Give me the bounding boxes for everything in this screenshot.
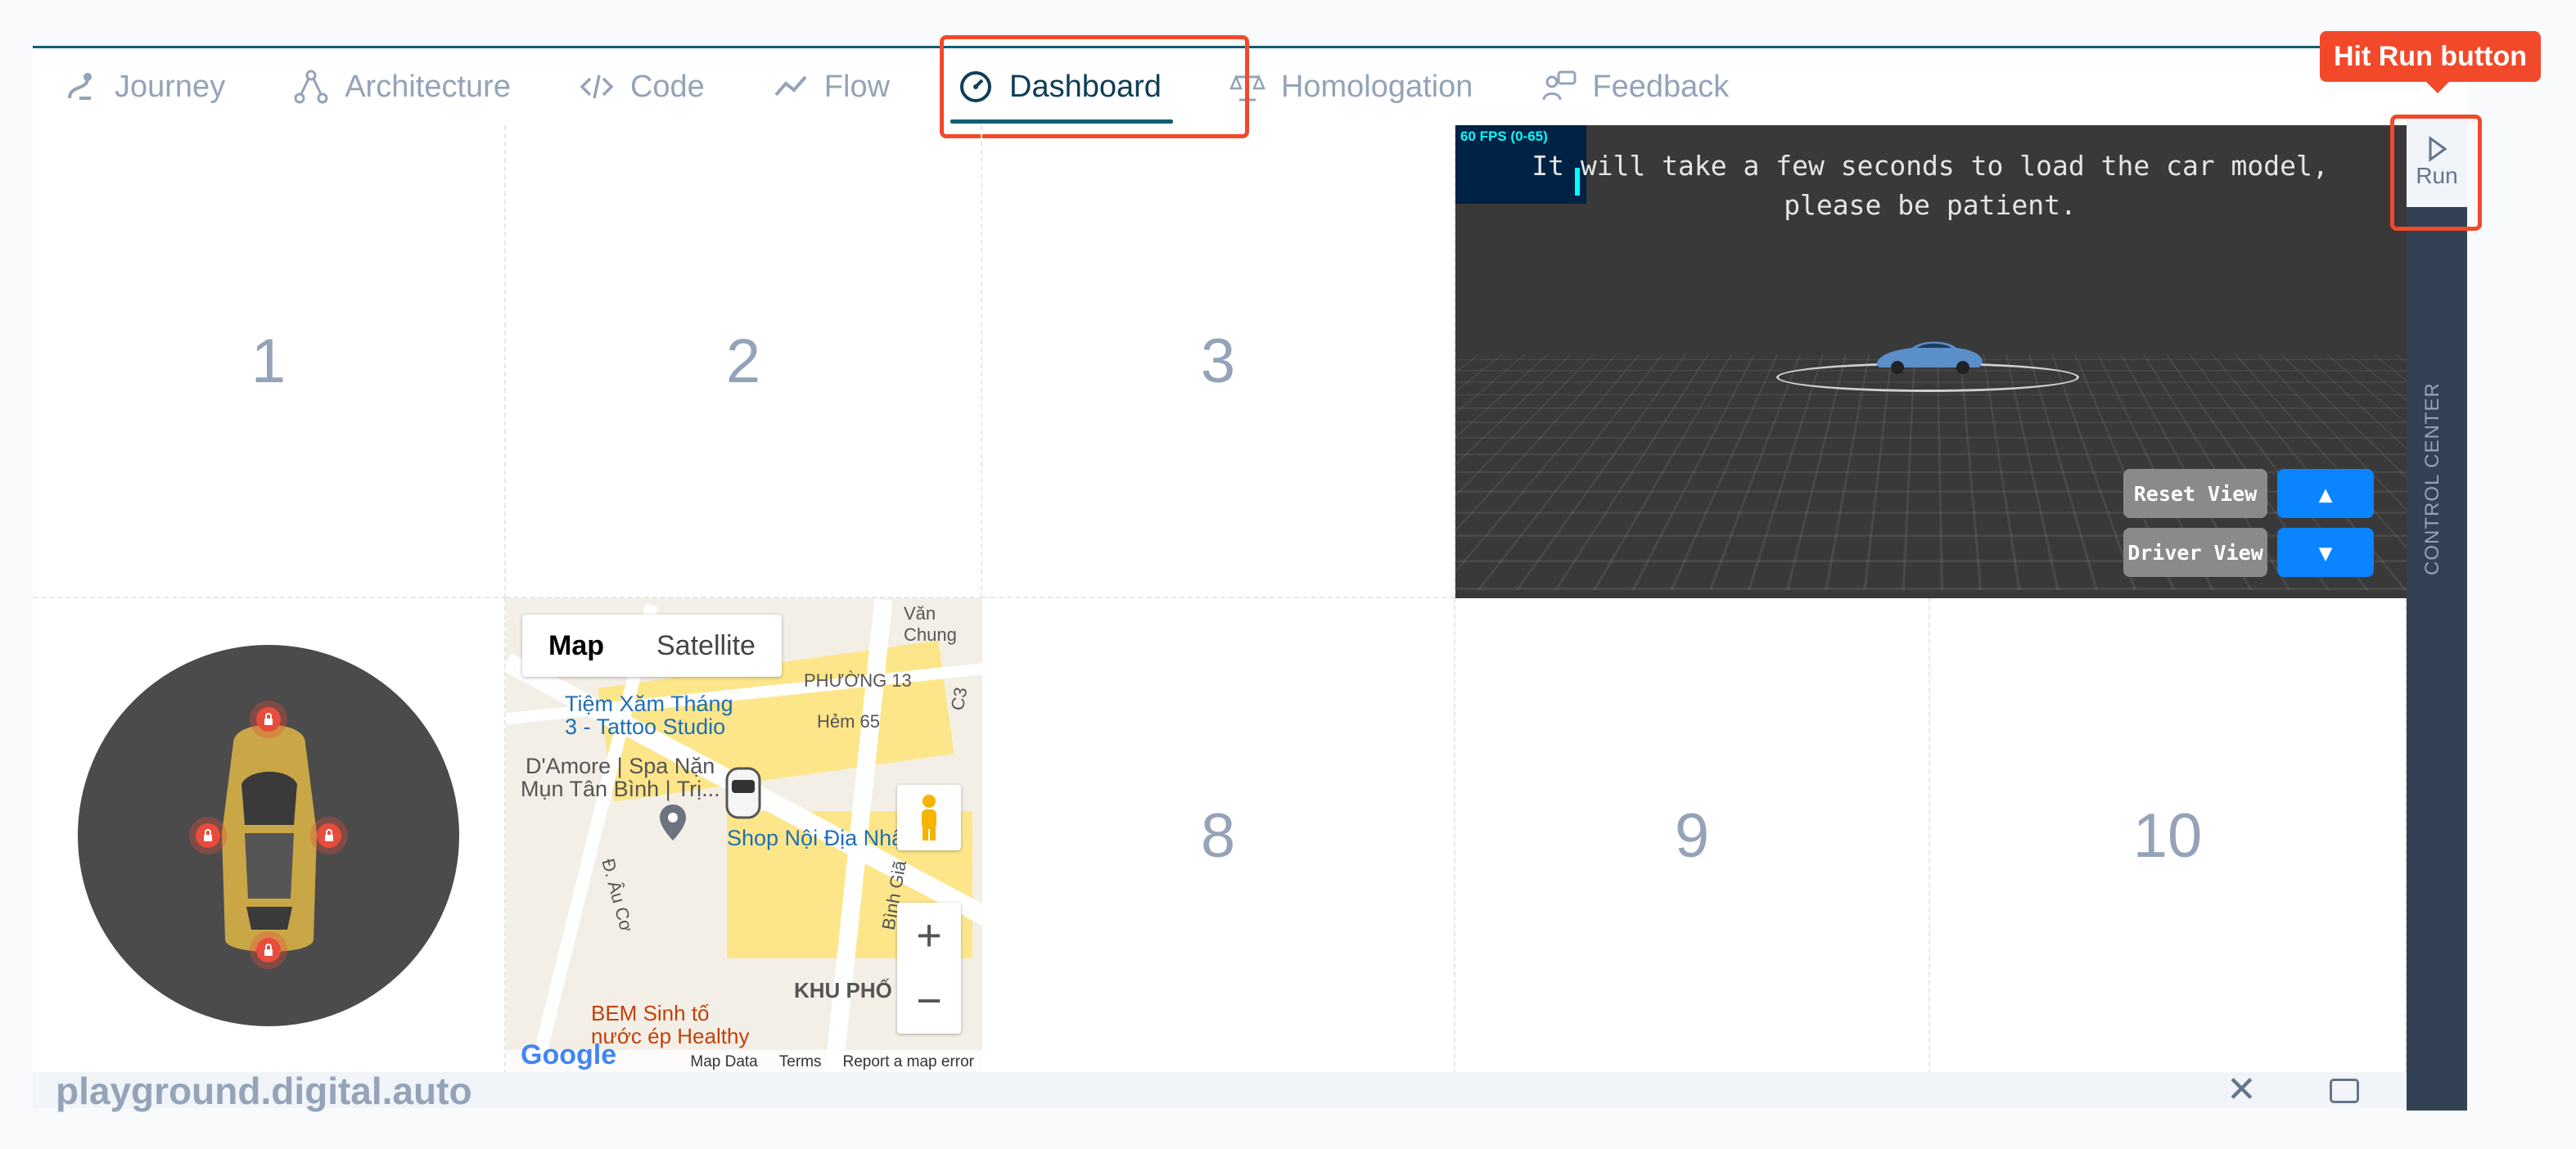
map-label: PHƯỜNG 13 xyxy=(804,670,912,692)
slot-number: 1 xyxy=(251,326,286,397)
tab-journey[interactable]: Journey xyxy=(62,48,225,125)
tab-label: Feedback xyxy=(1592,70,1729,105)
journey-icon xyxy=(62,68,100,106)
widget-slot-2[interactable]: 2 xyxy=(506,125,982,598)
bottom-bar: playground.digital.auto ✕ xyxy=(33,1072,2407,1108)
map-label: BEM Sinh tố xyxy=(591,1001,710,1026)
map-label: Đ. Âu Cơ xyxy=(597,856,637,934)
close-icon[interactable]: ✕ xyxy=(2226,1069,2257,1111)
map-type-satellite[interactable]: Satellite xyxy=(630,615,782,677)
camera-down-button[interactable]: ▼ xyxy=(2277,528,2374,577)
tab-label: Architecture xyxy=(345,70,511,105)
slot-number: 9 xyxy=(1675,800,1709,872)
map-label: C3 xyxy=(947,686,972,712)
slot-number: 8 xyxy=(1201,800,1235,872)
car-3d-model xyxy=(1871,335,1986,374)
car-top-view-icon xyxy=(209,710,330,961)
tab-flow[interactable]: Flow xyxy=(772,48,890,125)
car-3d-viewer[interactable]: 60 FPS (0-65) It will take a few seconds… xyxy=(1455,125,2407,598)
street-view-pegman-icon[interactable] xyxy=(897,785,961,850)
image-icon[interactable] xyxy=(2330,1079,2359,1103)
tab-label: Dashboard xyxy=(1009,70,1162,105)
architecture-icon xyxy=(292,68,330,106)
tab-label: Code xyxy=(630,70,705,105)
tab-bar: Journey Architecture Code Flow Dashboard xyxy=(33,48,2467,125)
widget-slot-8[interactable]: 8 xyxy=(982,598,1455,1075)
control-center-label: CONTROL CENTER xyxy=(2421,382,2444,575)
left-door-lock-icon[interactable] xyxy=(196,823,220,848)
tab-label: Flow xyxy=(824,70,890,105)
right-door-lock-icon[interactable] xyxy=(317,823,341,848)
car-top-view-circle xyxy=(78,645,459,1026)
tab-architecture[interactable]: Architecture xyxy=(292,48,511,125)
slot-number: 3 xyxy=(1201,326,1235,397)
map-widget[interactable]: Map Satellite Văn Chung PHƯỜNG 13 C3 Tiệ… xyxy=(506,598,982,1075)
tab-label: Homologation xyxy=(1281,70,1473,105)
code-icon xyxy=(578,68,616,106)
zoom-in-button[interactable]: + xyxy=(916,911,942,960)
loading-message: It will take a few seconds to load the c… xyxy=(1488,146,2372,225)
map-label: Mụn Tân Bình | Trị... xyxy=(521,777,720,802)
map-label: Tiệm Xăm Tháng xyxy=(565,692,733,717)
map-label: KHU PHỐ xyxy=(794,978,892,1003)
zoom-out-button[interactable]: − xyxy=(916,976,942,1025)
widget-slot-1[interactable]: 1 xyxy=(33,125,506,598)
tab-code[interactable]: Code xyxy=(578,48,705,125)
car-door-widget xyxy=(33,598,506,1075)
dashboard-icon xyxy=(957,68,995,106)
map-label: Văn Chung xyxy=(904,603,982,646)
fps-label: 60 FPS (0-65) xyxy=(1460,128,1548,144)
front-door-lock-icon[interactable] xyxy=(256,707,281,732)
widget-slot-3[interactable]: 3 xyxy=(982,125,1455,598)
map-terms-link[interactable]: Terms xyxy=(779,1053,822,1071)
map-report-link[interactable]: Report a map error xyxy=(842,1053,974,1071)
driver-view-button[interactable]: Driver View xyxy=(2123,528,2267,577)
tab-label: Journey xyxy=(115,70,225,105)
flow-icon xyxy=(772,68,810,106)
app-window: Journey Architecture Code Flow Dashboard xyxy=(33,46,2467,1108)
camera-up-button[interactable]: ▲ xyxy=(2277,469,2374,518)
reset-view-button[interactable]: Reset View xyxy=(2123,469,2267,518)
map-label: D'Amore | Spa Nặn xyxy=(526,754,715,779)
map-type-toggle: Map Satellite xyxy=(522,615,782,677)
control-center-panel[interactable]: CONTROL CENTER xyxy=(2407,125,2467,1111)
trunk-lock-icon[interactable] xyxy=(256,938,281,962)
slot-number: 10 xyxy=(2133,800,2203,872)
site-url: playground.digital.auto xyxy=(56,1069,472,1113)
tab-homologation[interactable]: Homologation xyxy=(1229,48,1473,125)
vehicle-marker-icon xyxy=(719,764,768,822)
widget-slot-9[interactable]: 9 xyxy=(1455,598,1930,1075)
tab-feedback[interactable]: Feedback xyxy=(1540,48,1729,125)
map-zoom-control: + − xyxy=(897,903,961,1034)
dashboard-grid: 1 2 3 60 FPS (0-65) It will take a few s… xyxy=(33,125,2407,1075)
homologation-icon xyxy=(1229,68,1266,106)
tab-dashboard[interactable]: Dashboard xyxy=(957,48,1162,125)
run-highlight-frame xyxy=(2390,115,2482,231)
slot-number: 2 xyxy=(726,326,760,397)
feedback-icon xyxy=(1540,68,1577,106)
map-type-map[interactable]: Map xyxy=(522,615,630,677)
google-logo: Google xyxy=(521,1039,616,1071)
map-pin-icon xyxy=(658,803,688,842)
map-data-link[interactable]: Map Data xyxy=(690,1053,757,1071)
map-label: Shop Nội Địa Nhật xyxy=(727,826,910,851)
map-label: 3 - Tattoo Studio xyxy=(565,714,725,740)
widget-slot-10[interactable]: 10 xyxy=(1930,598,2407,1075)
hint-tooltip: Hit Run button xyxy=(2320,31,2541,82)
map-label: Hẻm 65 xyxy=(817,711,880,732)
